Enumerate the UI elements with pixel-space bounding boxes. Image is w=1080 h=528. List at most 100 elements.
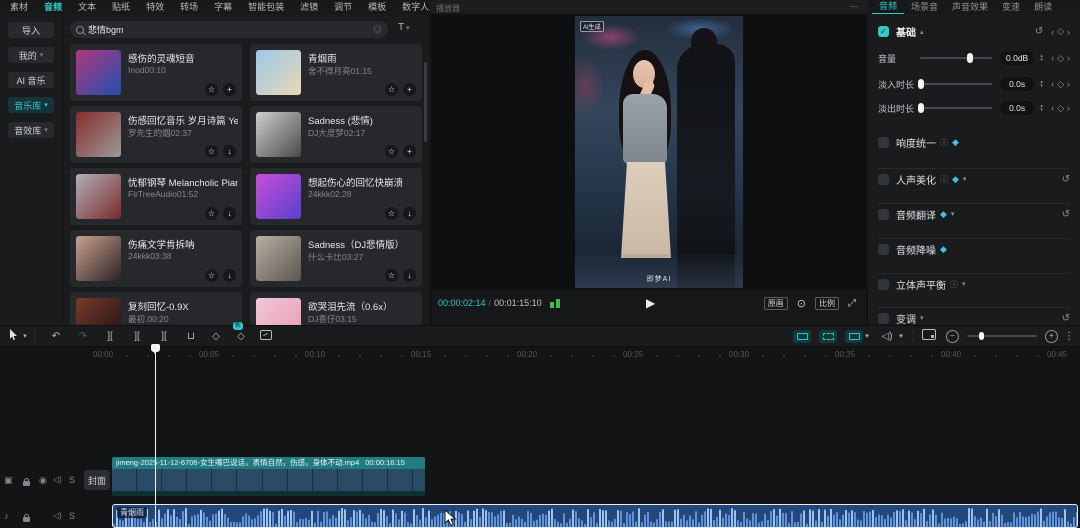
menu-tab-4[interactable]: 贴纸 <box>104 0 138 14</box>
add-to-track-icon[interactable]: + <box>403 83 416 96</box>
split-right-icon[interactable]: ][ <box>155 331 173 342</box>
value-stepper[interactable]: ▴▾ <box>1038 104 1045 112</box>
slider-track[interactable] <box>920 83 992 85</box>
slider-thumb[interactable] <box>918 79 924 89</box>
cover-button[interactable]: 封面 <box>84 470 110 490</box>
favorite-star-icon[interactable]: ☆ <box>205 269 218 282</box>
toggle-checkbox[interactable] <box>878 137 889 148</box>
menu-tab-2[interactable]: 音频 <box>36 0 70 14</box>
download-icon[interactable]: ↓ <box>223 269 236 282</box>
toggle-checkbox[interactable] <box>878 313 889 324</box>
keyframe-next-icon[interactable]: › <box>1067 79 1070 89</box>
aspect-ratio-button[interactable]: 比例 <box>815 297 839 310</box>
download-icon[interactable]: ↓ <box>403 269 416 282</box>
inspector-tab-2[interactable]: 场景音 <box>904 1 945 14</box>
inspector-tab-3[interactable]: 声音效果 <box>945 1 995 14</box>
speaker-icon[interactable]: ◁) <box>53 511 62 520</box>
music-card[interactable]: Sadness (悲情)DJ大度梦02:17☆+ <box>250 106 422 163</box>
toggle-checkbox[interactable] <box>878 279 889 290</box>
music-card[interactable]: 想起伤心的回忆快崩溃24kkk02:28☆↓ <box>250 168 422 225</box>
keyframe-prev-icon[interactable]: ‹ <box>1051 103 1054 113</box>
music-card[interactable]: 伤痛文学肯拆呐24kkk03:38☆↓ <box>70 230 242 287</box>
menu-tab-5[interactable]: 特效 <box>138 0 172 14</box>
download-icon[interactable]: ↓ <box>403 207 416 220</box>
menu-tab-3[interactable]: 文本 <box>70 0 104 14</box>
lock-icon[interactable] <box>23 514 30 524</box>
zoom-slider-thumb[interactable] <box>979 332 984 340</box>
add-to-track-icon[interactable]: + <box>223 83 236 96</box>
keyframe-next-icon[interactable]: › <box>1067 27 1070 37</box>
playhead-handle[interactable] <box>151 344 160 352</box>
slider-thumb[interactable] <box>967 53 973 63</box>
music-card[interactable]: Sadness（DJ悲情版）什么卡比03:27☆↓ <box>250 230 422 287</box>
chevron-down-icon[interactable]: ▾ <box>920 314 924 322</box>
music-card[interactable]: 复刻回忆-0.9X最初.00:20 <box>70 292 242 325</box>
add-to-track-icon[interactable]: + <box>403 145 416 158</box>
eye-icon[interactable]: ◉ <box>39 475 47 486</box>
playhead-line[interactable] <box>155 344 156 528</box>
focus-preview-icon[interactable]: ⊙ <box>797 297 806 310</box>
freeze-frame-icon[interactable]: ◇ <box>207 331 225 342</box>
menu-tab-10[interactable]: 调节 <box>326 0 360 14</box>
slider-track[interactable] <box>920 57 992 59</box>
music-card[interactable]: 感伤的灵魂短音Inod00:10☆+ <box>70 44 242 101</box>
panel-menu-dash-icon[interactable]: — <box>850 2 858 11</box>
chevron-down-icon[interactable]: ▾ <box>863 332 871 340</box>
chevron-down-icon[interactable]: ▾ <box>951 210 955 218</box>
menu-tab-8[interactable]: 智能包装 <box>240 0 292 14</box>
keyframe-prev-icon[interactable]: ‹ <box>1051 79 1054 89</box>
toggle-checkbox[interactable] <box>878 209 889 220</box>
toggle-checkbox[interactable] <box>878 244 889 255</box>
slider-track[interactable] <box>920 107 992 109</box>
preview-axis-icon[interactable] <box>922 327 936 345</box>
favorite-star-icon[interactable]: ☆ <box>385 207 398 220</box>
keyframe-icon[interactable]: ◇ <box>1057 26 1064 37</box>
toggle-checkbox[interactable] <box>878 174 889 185</box>
chevron-down-icon[interactable]: ▾ <box>897 332 905 340</box>
value-stepper[interactable]: ▴▾ <box>1038 54 1045 62</box>
zoom-out-icon[interactable]: − <box>946 330 959 343</box>
marker-pen-icon[interactable] <box>257 330 275 343</box>
keyframe-prev-icon[interactable]: ‹ <box>1051 27 1054 37</box>
snap-toggle-icon[interactable] <box>793 330 811 343</box>
solo-icon[interactable]: S <box>69 511 75 521</box>
fullscreen-icon[interactable]: ⤢ <box>848 298 856 309</box>
keyframe-icon[interactable]: ◇ <box>1057 79 1064 90</box>
basic-section-checkbox[interactable]: ✓ <box>878 26 889 37</box>
music-note-icon[interactable]: ♪ <box>4 511 9 521</box>
cover-track-icon[interactable]: ▣ <box>4 475 13 486</box>
zoom-in-icon[interactable]: + <box>1045 330 1058 343</box>
menu-tab-1[interactable]: 素材 <box>2 0 36 14</box>
video-clip[interactable]: jimeng-2025-11-12-6706-女生嘴巴说话，表情自然，伤感，身体… <box>112 457 425 496</box>
menu-tab-9[interactable]: 滤镜 <box>292 0 326 14</box>
music-card[interactable]: 忧郁钢琴 Melancholic PianoFirTreeAudio01:52☆… <box>70 168 242 225</box>
inspector-tab-4[interactable]: 变速 <box>995 1 1027 14</box>
reset-icon[interactable]: ↺ <box>1035 26 1043 37</box>
collapse-icon[interactable]: ▴ <box>920 28 924 36</box>
keyframe-icon[interactable]: ◇ <box>1057 53 1064 64</box>
favorite-star-icon[interactable]: ☆ <box>205 207 218 220</box>
audio-separate-icon[interactable]: ◁) <box>877 331 897 342</box>
favorite-star-icon[interactable]: ☆ <box>385 83 398 96</box>
slider-thumb[interactable] <box>918 103 924 113</box>
auto-scroll-toggle-icon[interactable] <box>845 330 863 343</box>
reset-icon[interactable]: ↺ <box>1062 209 1070 220</box>
menu-tab-11[interactable]: 模板 <box>360 0 394 14</box>
download-icon[interactable]: ↓ <box>223 145 236 158</box>
music-card[interactable]: 欲哭泪先流（0.6x）DJ喜仔03:15 <box>250 292 422 325</box>
chevron-down-icon[interactable]: ▾ <box>963 175 967 183</box>
chevron-down-icon[interactable]: ▾ <box>962 280 966 288</box>
kebab-menu-icon[interactable]: ⋮ <box>1064 331 1074 342</box>
redo-icon[interactable]: ↷ <box>74 331 92 342</box>
timeline-ruler[interactable]: 00:0000:0500:1000:1500:2000:2500:3000:35… <box>0 347 1080 359</box>
speaker-icon[interactable]: ◁) <box>53 475 62 484</box>
menu-tab-6[interactable]: 转场 <box>172 0 206 14</box>
music-card[interactable]: 青烟雨舍不得月亮01:15☆+ <box>250 44 422 101</box>
inspector-tab-1[interactable]: 音频 <box>872 0 904 15</box>
favorite-star-icon[interactable]: ☆ <box>205 83 218 96</box>
inspector-tab-5[interactable]: 朗读 <box>1027 1 1059 14</box>
original-quality-button[interactable]: 原画 <box>764 297 788 310</box>
reset-icon[interactable]: ↺ <box>1062 313 1070 324</box>
keyframe-icon[interactable]: ◇ <box>1057 103 1064 114</box>
favorite-star-icon[interactable]: ☆ <box>385 269 398 282</box>
